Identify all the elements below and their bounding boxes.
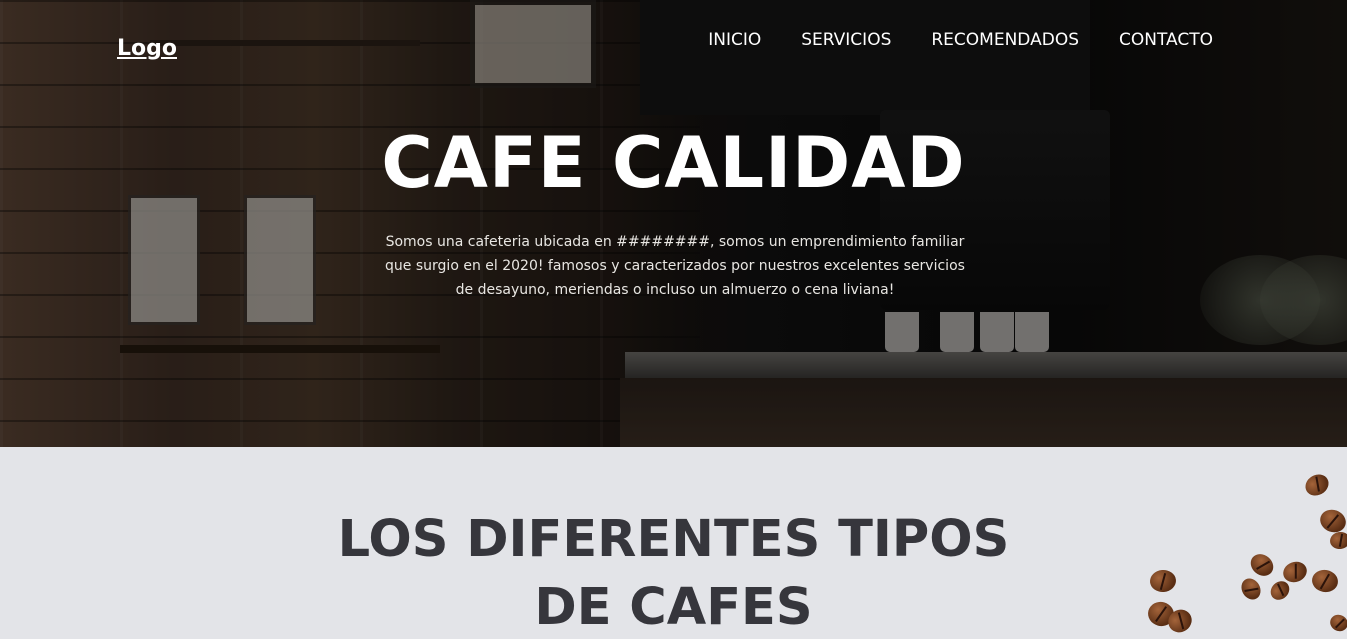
coffee-bean [1328, 530, 1347, 551]
coffee-bean [1310, 567, 1340, 595]
coffee-bean [1327, 611, 1347, 635]
coffee-bean [1246, 549, 1278, 581]
hero-banner: Logo INICIO SERVICIOS RECOMENDADOS CONTA… [0, 0, 1347, 447]
section-title-line: DE CAFES [534, 578, 813, 637]
logo-link[interactable]: Logo [117, 36, 177, 61]
hero-description: Somos una cafeteria ubicada en ########,… [385, 234, 965, 298]
main-nav: INICIO SERVICIOS RECOMENDADOS CONTACTO [708, 30, 1213, 50]
section-title-line: LOS DIFERENTES TIPOS [337, 510, 1010, 569]
nav-item-servicios[interactable]: SERVICIOS [801, 30, 891, 50]
nav-item-contacto[interactable]: CONTACTO [1119, 30, 1213, 50]
coffee-bean [1301, 470, 1333, 500]
coffee-bean [1149, 568, 1177, 594]
nav-item-recomendados[interactable]: RECOMENDADOS [931, 30, 1079, 50]
coffee-beans-decoration [1140, 470, 1347, 639]
coffee-bean [1237, 574, 1265, 604]
nav-item-inicio[interactable]: INICIO [708, 30, 761, 50]
hero-overlay [0, 0, 1347, 447]
hero-title: CAFE CALIDAD [381, 122, 966, 204]
